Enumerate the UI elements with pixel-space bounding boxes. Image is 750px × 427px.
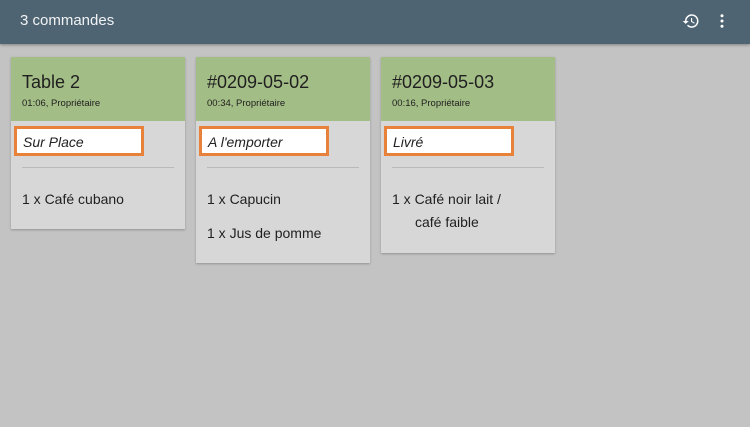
order-item: 1 x Capucin (207, 191, 281, 207)
order-subtitle: 01:06, Propriétaire (22, 98, 101, 109)
more-options-button[interactable] (711, 10, 733, 32)
order-item: 1 x Jus de pomme (207, 225, 322, 241)
divider (207, 167, 359, 168)
more-vert-icon (720, 14, 724, 28)
order-subtitle: 00:34, Propriétaire (207, 98, 286, 109)
order-title: Table 2 (22, 72, 81, 92)
page-title: 3 commandes (20, 12, 115, 29)
order-card-header: #0209-05-02 00:34, Propriétaire (196, 57, 370, 121)
order-title: #0209-05-03 (392, 72, 495, 92)
order-item: 1 x Café noir lait / café faible (392, 188, 501, 234)
order-card[interactable]: Table 2 01:06, Propriétaire Sur Place 1 … (11, 57, 185, 229)
order-mode[interactable]: Livré (384, 126, 514, 156)
order-mode[interactable]: Sur Place (14, 126, 144, 156)
app-bar: 3 commandes (0, 0, 750, 44)
divider (22, 167, 174, 168)
order-subtitle: 00:16, Propriétaire (392, 98, 471, 109)
order-item-line: 1 x Café noir lait / (392, 191, 501, 207)
history-icon (682, 14, 699, 28)
order-card-header: #0209-05-03 00:16, Propriétaire (381, 57, 555, 121)
order-item-line: café faible (415, 214, 479, 230)
order-card-header: Table 2 01:06, Propriétaire (11, 57, 185, 121)
order-mode[interactable]: A l'emporter (199, 126, 329, 156)
order-title: #0209-05-02 (207, 72, 310, 92)
history-button[interactable] (680, 10, 702, 32)
order-card[interactable]: #0209-05-03 00:16, Propriétaire Livré 1 … (381, 57, 555, 253)
order-item: 1 x Café cubano (22, 191, 124, 207)
order-card[interactable]: #0209-05-02 00:34, Propriétaire A l'empo… (196, 57, 370, 263)
divider (392, 167, 544, 168)
